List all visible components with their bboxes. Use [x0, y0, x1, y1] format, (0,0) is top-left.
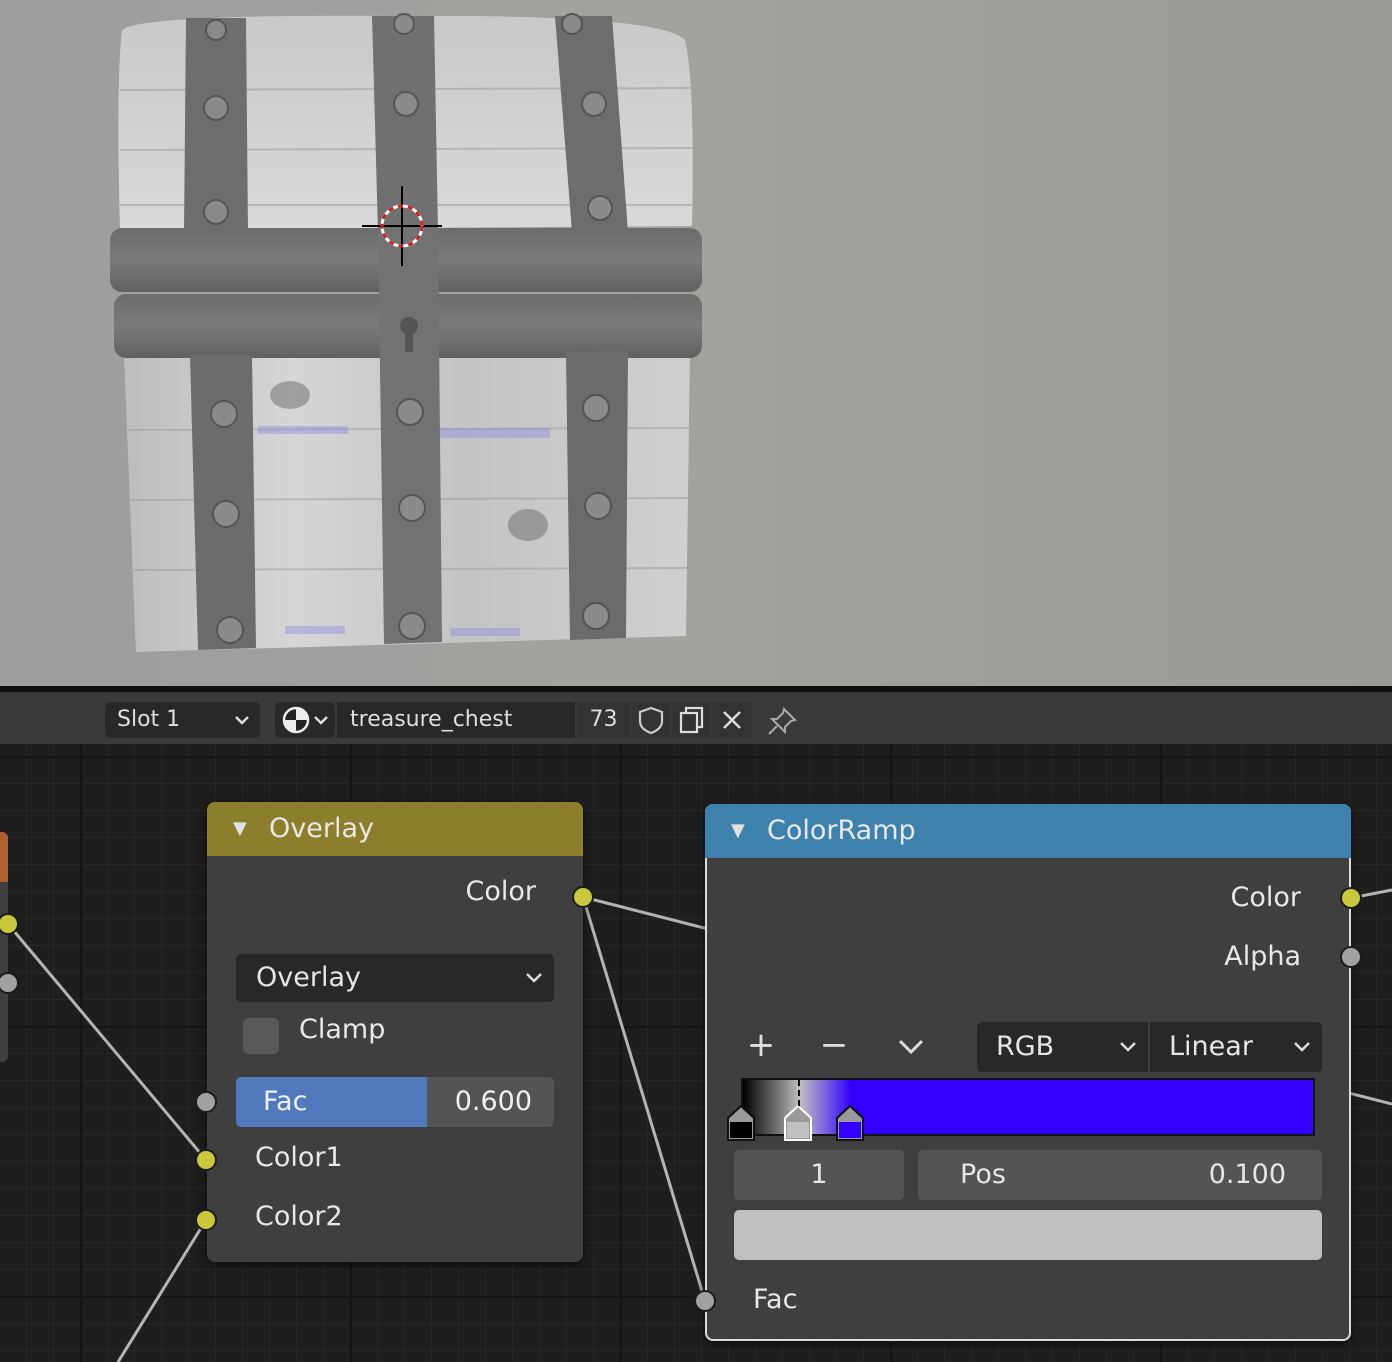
- color-mode-dropdown[interactable]: RGB: [977, 1022, 1148, 1072]
- colorramp-node[interactable]: ▼ ColorRamp Color Alpha + − RGB Linear 1…: [705, 804, 1351, 1341]
- color-ramp-gradient[interactable]: [741, 1078, 1315, 1136]
- fac-value: 0.600: [454, 1086, 532, 1117]
- color1-label: Color1: [255, 1142, 343, 1173]
- color2-label: Color2: [255, 1201, 343, 1232]
- plus-icon: +: [746, 1025, 776, 1065]
- active-stop-index: 1: [810, 1159, 828, 1190]
- interpolation-value: Linear: [1169, 1031, 1253, 1062]
- unlink-material-button[interactable]: [712, 702, 752, 738]
- gradient-fill: [743, 1080, 1313, 1134]
- collapse-triangle-icon[interactable]: ▼: [233, 802, 247, 856]
- colorramp-fac-label: Fac: [753, 1284, 798, 1315]
- close-icon: [723, 711, 741, 729]
- fac-slider[interactable]: Fac 0.600: [236, 1077, 554, 1127]
- colorramp-node-header[interactable]: ▼ ColorRamp: [705, 804, 1351, 858]
- overlay-color1-socket[interactable]: [195, 1149, 217, 1171]
- chevron-down-icon: [232, 702, 252, 738]
- node-editor-canvas[interactable]: ▼ Overlay Color Overlay Clamp Fac 0.600 …: [0, 744, 1392, 1362]
- overlay-node-header[interactable]: ▼ Overlay: [207, 802, 583, 856]
- clamp-label: Clamp: [299, 1014, 386, 1045]
- shield-icon: [638, 706, 664, 735]
- colorramp-output-color-label: Color: [1230, 882, 1302, 913]
- colorramp-node-title: ColorRamp: [767, 815, 916, 846]
- slot-label: Slot 1: [117, 707, 181, 732]
- ramp-stop-marker[interactable]: [725, 1104, 757, 1142]
- material-name: treasure_chest: [350, 707, 513, 732]
- material-sphere-icon: [282, 706, 310, 734]
- user-count-button[interactable]: 73: [577, 702, 630, 738]
- blend-mode-value: Overlay: [256, 962, 361, 993]
- fake-user-button[interactable]: [632, 702, 670, 738]
- overlay-node-title: Overlay: [269, 813, 374, 844]
- minus-icon: −: [819, 1025, 849, 1065]
- colorramp-output-color-socket[interactable]: [1340, 887, 1362, 909]
- pos-value: 0.100: [1208, 1159, 1286, 1190]
- fac-label: Fac: [263, 1086, 308, 1117]
- colorramp-output-alpha-socket[interactable]: [1340, 946, 1362, 968]
- material-slot-dropdown[interactable]: Slot 1: [105, 702, 260, 738]
- interpolation-dropdown[interactable]: Linear: [1150, 1022, 1322, 1072]
- user-count: 73: [589, 707, 618, 732]
- overlay-color2-socket[interactable]: [195, 1209, 217, 1231]
- partial-node-header: [0, 832, 8, 882]
- browse-material-button[interactable]: [275, 702, 335, 738]
- node-editor-header: Slot 1 treasure_chest 73: [0, 692, 1392, 744]
- color-mode-value: RGB: [996, 1031, 1055, 1062]
- clamp-checkbox[interactable]: [243, 1018, 279, 1054]
- material-name-field[interactable]: treasure_chest: [337, 702, 575, 738]
- overlay-fac-socket[interactable]: [195, 1091, 217, 1113]
- active-stop-indicator: [798, 1080, 801, 1106]
- overlay-output-color-socket[interactable]: [572, 886, 594, 908]
- pin-icon[interactable]: [764, 704, 800, 740]
- overlay-mix-node[interactable]: ▼ Overlay Color Overlay Clamp Fac 0.600 …: [207, 802, 583, 1262]
- ramp-stop-marker[interactable]: [834, 1104, 866, 1142]
- ramp-stop-marker[interactable]: [782, 1104, 814, 1142]
- blend-mode-dropdown[interactable]: Overlay: [236, 954, 554, 1002]
- 3d-viewport[interactable]: [0, 0, 1392, 686]
- chevron-down-icon: [898, 1039, 924, 1055]
- stop-position-field[interactable]: Pos 0.100: [918, 1150, 1322, 1200]
- colorramp-output-alpha-label: Alpha: [1224, 941, 1301, 972]
- partial-node-left[interactable]: [0, 832, 8, 1062]
- active-stop-index-field[interactable]: 1: [734, 1150, 904, 1200]
- overlay-output-color-label: Color: [465, 876, 537, 907]
- treasure-chest-render: [110, 13, 702, 652]
- stop-color-swatch[interactable]: [734, 1210, 1322, 1260]
- remove-stop-button[interactable]: −: [804, 1020, 864, 1070]
- pos-label: Pos: [960, 1159, 1006, 1190]
- add-stop-button[interactable]: +: [731, 1020, 791, 1070]
- colorramp-fac-socket[interactable]: [694, 1290, 716, 1312]
- duplicate-material-button[interactable]: [672, 702, 710, 738]
- duplicate-icon: [679, 706, 704, 734]
- 3d-cursor-icon[interactable]: [362, 186, 442, 266]
- collapse-triangle-icon[interactable]: ▼: [731, 804, 745, 858]
- ramp-specials-menu[interactable]: [881, 1020, 941, 1070]
- chevron-down-icon: [522, 954, 546, 1018]
